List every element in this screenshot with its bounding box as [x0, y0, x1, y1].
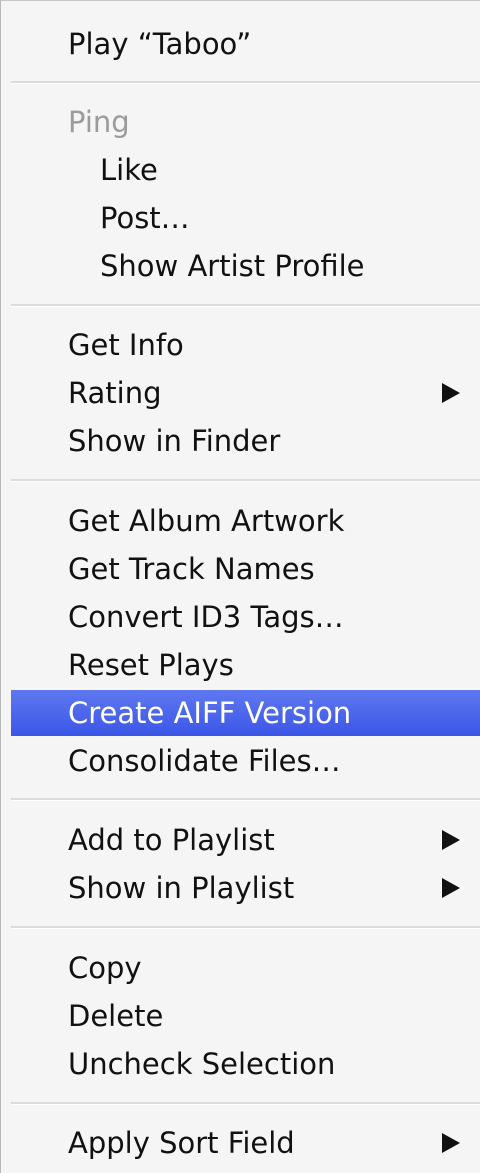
menu-item-show-in-playlist[interactable]: Show in Playlist — [11, 865, 480, 911]
menu-item-convert-id3-tags[interactable]: Convert ID3 Tags… — [11, 594, 480, 640]
menu-item-label: Show in Playlist — [68, 871, 295, 905]
menu-item-label: Get Album Artwork — [68, 504, 345, 538]
menu-item-create-aiff-version[interactable]: Create AIFF Version — [11, 690, 480, 736]
menu-item-play[interactable]: Play “Taboo” — [11, 21, 480, 67]
menu-header-ping: Ping — [11, 99, 480, 145]
menu-item-label: Delete — [68, 999, 164, 1033]
menu-item-label: Create AIFF Version — [68, 696, 352, 730]
menu-item-uncheck-selection[interactable]: Uncheck Selection — [11, 1041, 480, 1087]
menu-item-label: Reset Plays — [68, 648, 234, 682]
submenu-arrow-icon — [442, 830, 460, 850]
menu-item-apply-sort-field[interactable]: Apply Sort Field — [11, 1120, 480, 1166]
submenu-arrow-icon — [442, 383, 460, 403]
menu-item-reset-plays[interactable]: Reset Plays — [11, 642, 480, 688]
menu-item-label: Show in Finder — [68, 424, 281, 458]
menu-item-label: Post… — [100, 201, 190, 235]
menu-separator — [11, 926, 480, 929]
menu-item-show-artist-profile[interactable]: Show Artist Profile — [11, 243, 480, 289]
menu-item-get-track-names[interactable]: Get Track Names — [11, 546, 480, 592]
context-menu: Play “Taboo” Ping Like Post… Show Artist… — [0, 0, 480, 1173]
menu-item-label: Copy — [68, 951, 142, 985]
menu-separator — [11, 798, 480, 801]
menu-item-rating[interactable]: Rating — [11, 370, 480, 416]
menu-item-delete[interactable]: Delete — [11, 993, 480, 1039]
menu-item-label: Consolidate Files… — [68, 744, 341, 778]
menu-item-add-to-playlist[interactable]: Add to Playlist — [11, 817, 480, 863]
menu-separator — [11, 81, 480, 84]
menu-item-label: Get Track Names — [68, 552, 315, 586]
menu-item-get-info[interactable]: Get Info — [11, 322, 480, 368]
menu-item-label: Get Info — [68, 328, 184, 362]
menu-item-label: Play “Taboo” — [68, 27, 252, 61]
submenu-arrow-icon — [442, 878, 460, 898]
menu-item-label: Convert ID3 Tags… — [68, 600, 344, 634]
menu-separator — [11, 1102, 480, 1105]
menu-separator — [11, 304, 480, 307]
menu-item-label: Like — [100, 153, 158, 187]
submenu-arrow-icon — [442, 1133, 460, 1153]
menu-item-label: Add to Playlist — [68, 823, 275, 857]
menu-item-label: Rating — [68, 376, 162, 410]
menu-item-label: Ping — [68, 105, 130, 139]
menu-item-label: Show Artist Profile — [100, 249, 365, 283]
menu-item-consolidate-files[interactable]: Consolidate Files… — [11, 738, 480, 784]
menu-separator — [11, 479, 480, 482]
menu-item-label: Uncheck Selection — [68, 1047, 336, 1081]
menu-item-copy[interactable]: Copy — [11, 945, 480, 991]
menu-item-post[interactable]: Post… — [11, 195, 480, 241]
menu-item-get-album-artwork[interactable]: Get Album Artwork — [11, 498, 480, 544]
menu-item-like[interactable]: Like — [11, 147, 480, 193]
menu-item-label: Apply Sort Field — [68, 1126, 295, 1160]
menu-item-show-in-finder[interactable]: Show in Finder — [11, 418, 480, 464]
